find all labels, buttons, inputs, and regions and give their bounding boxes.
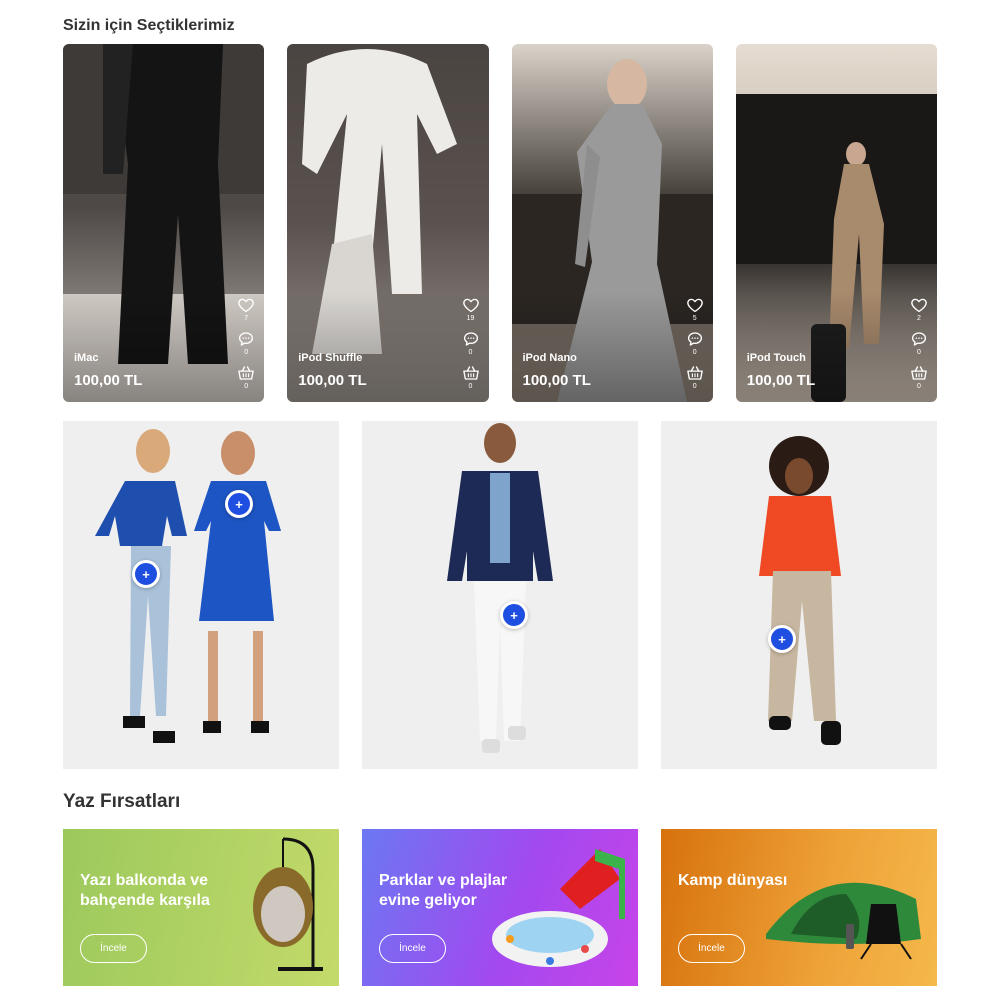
product-hotspot[interactable]: + bbox=[500, 601, 528, 629]
comment-count: 0 bbox=[244, 349, 249, 356]
section-title-picks: Sizin için Seçtiklerimiz bbox=[63, 17, 235, 34]
basket-count: 0 bbox=[244, 383, 249, 390]
banner-title: Yazı balkonda ve bahçende karşıla bbox=[80, 872, 210, 909]
product-price: 100,00 TL bbox=[298, 372, 367, 389]
basket-count: 0 bbox=[468, 383, 473, 390]
comment-icon[interactable] bbox=[686, 330, 704, 348]
heart-icon[interactable] bbox=[910, 296, 928, 314]
comment-icon[interactable] bbox=[462, 330, 480, 348]
product-name: iPod Touch bbox=[746, 352, 806, 364]
basket-icon[interactable] bbox=[237, 364, 255, 382]
heart-icon[interactable] bbox=[237, 296, 255, 314]
story-carousel: iMac 100,00 TL 7 0 0 iPod Shuffle 100,00… bbox=[63, 44, 937, 402]
product-name: iMac bbox=[74, 352, 99, 364]
product-price: 100,00 TL bbox=[522, 372, 591, 389]
story-actions: 19 0 0 bbox=[462, 296, 480, 398]
story-card[interactable]: iMac 100,00 TL 7 0 0 bbox=[63, 44, 265, 402]
shoppable-looks: + + + + bbox=[63, 421, 937, 769]
product-hotspot[interactable]: + bbox=[768, 625, 796, 653]
story-actions: 2 0 0 bbox=[910, 296, 928, 398]
product-name: iPod Shuffle bbox=[298, 352, 363, 364]
look-card[interactable]: + bbox=[661, 421, 937, 769]
product-price: 100,00 TL bbox=[746, 372, 816, 389]
look-card[interactable]: + bbox=[362, 421, 638, 769]
promo-banners: Yazı balkonda ve bahçende karşıla İncele… bbox=[63, 829, 937, 986]
look-image bbox=[759, 436, 841, 745]
like-count: 2 bbox=[917, 315, 921, 322]
comment-count: 0 bbox=[468, 349, 473, 356]
banner-title: Parklar ve plajlar evine geliyor bbox=[379, 872, 508, 909]
comment-icon[interactable] bbox=[237, 330, 255, 348]
story-actions: 7 0 0 bbox=[237, 296, 255, 398]
promo-banner[interactable]: Kamp dünyası İncele bbox=[661, 829, 937, 986]
basket-count: 0 bbox=[692, 383, 697, 390]
story-card[interactable]: iPod Touch 100,00 TL 2 0 0 bbox=[735, 44, 937, 402]
product-hotspot[interactable]: + bbox=[132, 560, 160, 588]
comment-count: 0 bbox=[692, 349, 697, 356]
promo-banner[interactable]: Yazı balkonda ve bahçende karşıla İncele bbox=[63, 829, 339, 986]
banner-title: Kamp dünyası bbox=[678, 872, 788, 889]
comment-count: 0 bbox=[917, 349, 921, 356]
product-name: iPod Nano bbox=[522, 352, 577, 364]
banner-cta-button[interactable]: İncele bbox=[379, 934, 446, 963]
promo-banner[interactable]: Parklar ve plajlar evine geliyor İncele bbox=[362, 829, 638, 986]
comment-icon[interactable] bbox=[910, 330, 928, 348]
basket-count: 0 bbox=[917, 383, 921, 390]
tent-illustration bbox=[766, 882, 921, 960]
story-card[interactable]: iPod Shuffle 100,00 TL 19 0 0 bbox=[287, 44, 489, 402]
heart-icon[interactable] bbox=[462, 296, 480, 314]
story-card[interactable]: iPod Nano 100,00 TL 5 0 0 bbox=[511, 44, 713, 402]
banner-cta-button[interactable]: İncele bbox=[678, 934, 745, 963]
like-count: 19 bbox=[466, 315, 475, 322]
product-price: 100,00 TL bbox=[74, 372, 143, 389]
like-count: 5 bbox=[692, 315, 697, 322]
basket-icon[interactable] bbox=[910, 364, 928, 382]
banner-cta-button[interactable]: İncele bbox=[80, 934, 147, 963]
section-title-summer: Yaz Fırsatları bbox=[63, 791, 181, 812]
look-card[interactable]: + + bbox=[63, 421, 339, 769]
look-image bbox=[447, 423, 553, 753]
basket-icon[interactable] bbox=[686, 364, 704, 382]
basket-icon[interactable] bbox=[462, 364, 480, 382]
look-image bbox=[95, 429, 281, 743]
product-hotspot[interactable]: + bbox=[225, 490, 253, 518]
story-actions: 5 0 0 bbox=[686, 296, 704, 398]
like-count: 7 bbox=[244, 315, 249, 322]
heart-icon[interactable] bbox=[686, 296, 704, 314]
